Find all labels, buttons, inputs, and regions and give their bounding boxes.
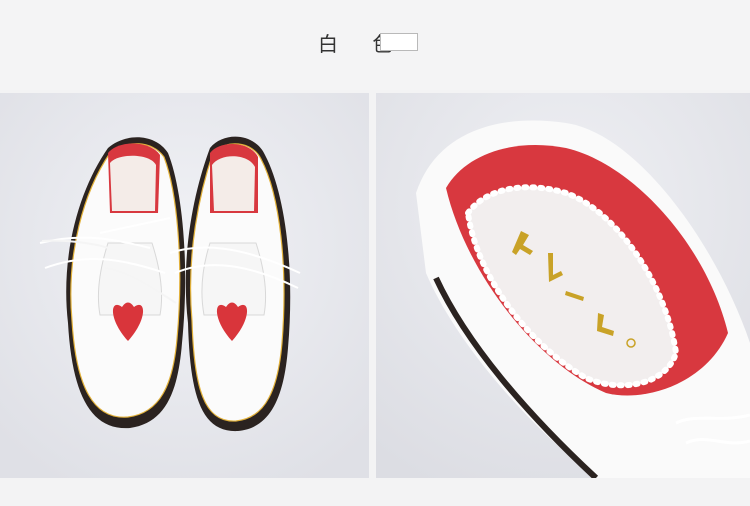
insole-image [376, 93, 750, 478]
shoe-pair-image [0, 93, 369, 478]
photo-insole [376, 93, 750, 478]
color-swatch [380, 33, 418, 51]
bottom-band [0, 478, 750, 506]
header: 白 色 [0, 0, 750, 90]
photo-shoe-pair [0, 93, 369, 478]
